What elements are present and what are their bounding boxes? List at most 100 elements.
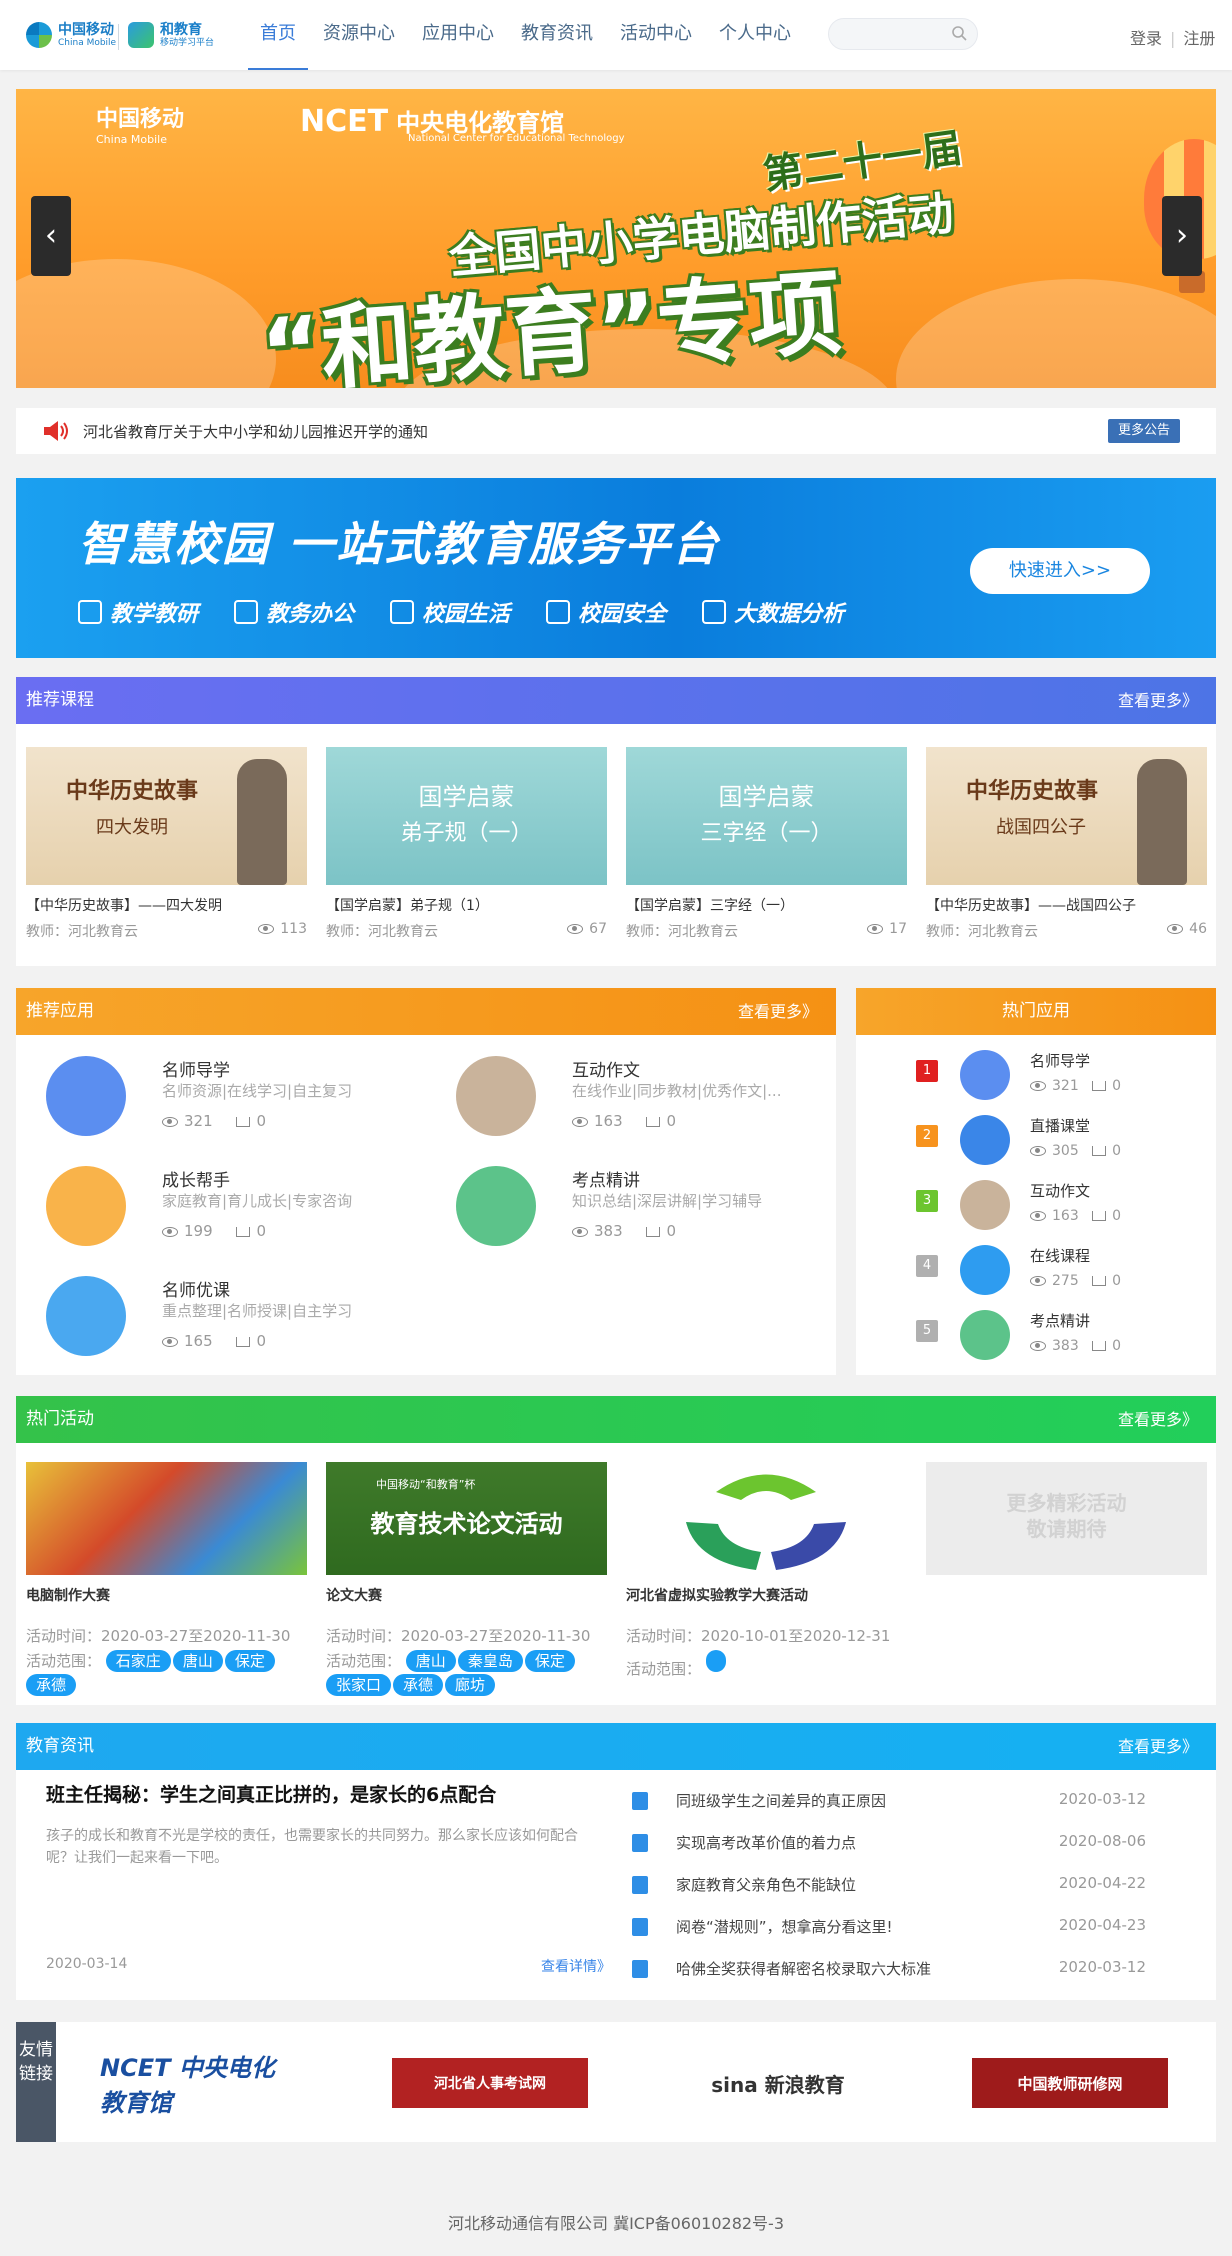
hot-app-name[interactable]: 在线课程: [1030, 1245, 1090, 1266]
more-notices-button[interactable]: 更多公告: [1108, 419, 1181, 443]
activities-more-link[interactable]: 查看更多》: [1118, 1396, 1198, 1443]
trophy-icon[interactable]: [46, 1056, 126, 1136]
he-education-logo[interactable]: 和教育 移动学习平台: [128, 22, 214, 48]
hot-app-stats: 321 0: [1030, 1078, 1121, 1094]
news-title[interactable]: 阅卷“潜规则”，想拿高分看这里!: [676, 1916, 893, 1937]
app-name[interactable]: 互动作文: [572, 1056, 640, 1081]
app-name[interactable]: 成长帮手: [162, 1166, 230, 1191]
nav-resource-center[interactable]: 资源中心: [311, 0, 407, 70]
region-tag[interactable]: 保定: [524, 1650, 575, 1672]
hot-app-name[interactable]: 互动作文: [1030, 1180, 1090, 1201]
hot-app-item[interactable]: 3 互动作文 163 0: [916, 1180, 1196, 1236]
featured-news-detail-link[interactable]: 查看详情》: [541, 1956, 611, 1976]
banner-next-button[interactable]: ›: [1162, 196, 1202, 276]
hot-app-name[interactable]: 名师导学: [1030, 1050, 1090, 1071]
app-item[interactable]: 名师导学 名师资源|在线学习|自主复习 321 0: [46, 1056, 426, 1156]
app-name[interactable]: 名师优课: [162, 1276, 230, 1301]
trophy-icon[interactable]: [960, 1050, 1010, 1100]
region-tag[interactable]: 保定: [224, 1650, 275, 1672]
register-link[interactable]: 注册: [1183, 29, 1215, 48]
news-more-link[interactable]: 查看更多》: [1118, 1723, 1198, 1770]
news-list-item[interactable]: 阅卷“潜规则”，想拿高分看这里! 2020-04-23: [632, 1916, 1192, 1956]
region-tag[interactable]: [705, 1650, 726, 1672]
news-title[interactable]: 实现高考改革价值的着力点: [676, 1832, 856, 1853]
u-letter-icon[interactable]: [46, 1276, 126, 1356]
hot-app-item[interactable]: 1 名师导学 321 0: [916, 1050, 1196, 1106]
course-title[interactable]: 【国学启蒙】弟子规（1）: [326, 895, 607, 917]
activity-name[interactable]: 电脑制作大赛: [26, 1585, 307, 1605]
hot-app-item[interactable]: 5 考点精讲 383 0: [916, 1310, 1196, 1366]
eye-icon: [1030, 1276, 1046, 1286]
search-icon[interactable]: [951, 25, 967, 41]
course-card[interactable]: 中华历史故事 战国四公子 【中华历史故事】——战国四公子 教师：河北教育云 46: [926, 747, 1207, 941]
hot-app-name[interactable]: 直播课堂: [1030, 1115, 1090, 1136]
main-nav: 首页 资源中心 应用中心 教育资讯 活动中心 个人中心: [248, 0, 806, 70]
search-input[interactable]: [828, 18, 978, 50]
news-list-item[interactable]: 哈佛全奖获得者解密名校录取六大标准 2020-03-12: [632, 1958, 1192, 1998]
course-title[interactable]: 【国学启蒙】三字经（一）: [626, 895, 907, 917]
hand-icon[interactable]: [46, 1166, 126, 1246]
login-link[interactable]: 登录: [1130, 29, 1162, 48]
app-name[interactable]: 名师导学: [162, 1056, 230, 1081]
news-title[interactable]: 同班级学生之间差异的真正原因: [676, 1790, 886, 1811]
region-tag[interactable]: 承德: [393, 1674, 444, 1696]
hot-app-item[interactable]: 4 在线课程 275 0: [916, 1245, 1196, 1301]
region-tag[interactable]: 唐山: [172, 1650, 223, 1672]
course-title[interactable]: 【中华历史故事】——战国四公子: [926, 895, 1207, 917]
friendly-links: 友情链接 NCET 中央电化教育馆 河北省人事考试网 sina 新浪教育 中国教…: [16, 2022, 1216, 2142]
news-list-item[interactable]: 实现高考改革价值的着力点 2020-08-06: [632, 1832, 1192, 1872]
course-card[interactable]: 国学启蒙 弟子规（一） 【国学启蒙】弟子规（1） 教师：河北教育云 67: [326, 747, 607, 941]
app-item[interactable]: 考点精讲 知识总结|深层讲解|学习辅导 383 0: [456, 1166, 836, 1266]
lecture-icon[interactable]: [456, 1166, 536, 1246]
region-tag[interactable]: 石家庄: [105, 1650, 171, 1672]
region-tag[interactable]: 秦皇岛: [457, 1650, 523, 1672]
app-item[interactable]: 互动作文 在线作业|同步教材|优秀作文|... 163 0: [456, 1056, 836, 1156]
activity-card[interactable]: 电脑制作大赛 活动时间：2020-03-27至2020-11-30 活动范围： …: [26, 1462, 307, 1698]
link-sina-education[interactable]: sina 新浪教育: [680, 2058, 876, 2108]
activity-name[interactable]: 论文大赛: [326, 1585, 607, 1605]
nav-education-news[interactable]: 教育资讯: [509, 0, 605, 70]
region-tag[interactable]: 张家口: [326, 1674, 392, 1696]
hero-banner[interactable]: 中国移动 China Mobile NCET 中央电化教育馆 National Cen…: [16, 89, 1216, 388]
app-name[interactable]: 考点精讲: [572, 1166, 640, 1191]
nav-personal-center[interactable]: 个人中心: [707, 0, 803, 70]
feature-office: 教务办公: [234, 596, 354, 628]
hot-app-item[interactable]: 2 直播课堂 305 0: [916, 1115, 1196, 1171]
news-list-item[interactable]: 同班级学生之间差异的真正原因 2020-03-12: [632, 1790, 1192, 1830]
news-title[interactable]: 家庭教育父亲角色不能缺位: [676, 1874, 856, 1895]
app-item[interactable]: 成长帮手 家庭教育|育儿成长|专家咨询 199 0: [46, 1166, 426, 1266]
play-icon[interactable]: [960, 1245, 1010, 1295]
region-tag[interactable]: 廊坊: [445, 1674, 496, 1696]
apps-more-link[interactable]: 查看更多》: [738, 988, 818, 1035]
course-card[interactable]: 国学启蒙 三字经（一） 【国学启蒙】三字经（一） 教师：河北教育云 17: [626, 747, 907, 941]
edit-icon[interactable]: [960, 1180, 1010, 1230]
news-list-item[interactable]: 家庭教育父亲角色不能缺位 2020-04-22: [632, 1874, 1192, 1914]
link-ncet[interactable]: NCET 中央电化教育馆: [100, 2054, 296, 2117]
activity-card[interactable]: 中国移动“和教育”杯 教育技术论文活动 论文大赛 活动时间：2020-03-27…: [326, 1462, 607, 1698]
edit-icon[interactable]: [456, 1056, 536, 1136]
hot-app-name[interactable]: 考点精讲: [1030, 1310, 1090, 1331]
nav-app-center[interactable]: 应用中心: [410, 0, 506, 70]
nav-activity-center[interactable]: 活动中心: [608, 0, 704, 70]
lecture-icon[interactable]: [960, 1310, 1010, 1360]
eye-icon: [1030, 1211, 1046, 1221]
link-hebei-exam[interactable]: 河北省人事考试网: [392, 2058, 588, 2108]
link-teacher-club[interactable]: 中国教师研修网: [972, 2058, 1168, 2108]
nav-home[interactable]: 首页: [248, 0, 308, 70]
notice-text[interactable]: 河北省教育厅关于大中小学和幼儿园推迟开学的通知: [83, 421, 428, 442]
news-title[interactable]: 哈佛全奖获得者解密名校录取六大标准: [676, 1958, 931, 1979]
course-title[interactable]: 【中华历史故事】——四大发明: [26, 895, 307, 917]
banner-prev-button[interactable]: ‹: [31, 196, 71, 276]
featured-news-title[interactable]: 班主任揭秘：学生之间真正比拼的，是家长的6点配合: [46, 1780, 606, 1807]
quick-enter-button[interactable]: 快速进入>>: [970, 548, 1150, 594]
china-mobile-logo[interactable]: 中国移动 China Mobile: [26, 22, 116, 48]
region-tag[interactable]: 承德: [26, 1674, 77, 1696]
monitor-icon[interactable]: [960, 1115, 1010, 1165]
activity-name[interactable]: 河北省虚拟实验教学大赛活动: [626, 1585, 907, 1605]
app-item[interactable]: 名师优课 重点整理|名师授课|自主学习 165 0: [46, 1276, 426, 1376]
course-card[interactable]: 中华历史故事 四大发明 【中华历史故事】——四大发明 教师：河北教育云 113: [26, 747, 307, 941]
activity-card[interactable]: 河北省虚拟实验教学大赛活动 活动时间：2020-10-01至2020-12-31…: [626, 1462, 907, 1680]
region-tag[interactable]: 唐山: [405, 1650, 456, 1672]
courses-more-link[interactable]: 查看更多》: [1118, 677, 1198, 724]
eye-icon: [162, 1116, 178, 1127]
